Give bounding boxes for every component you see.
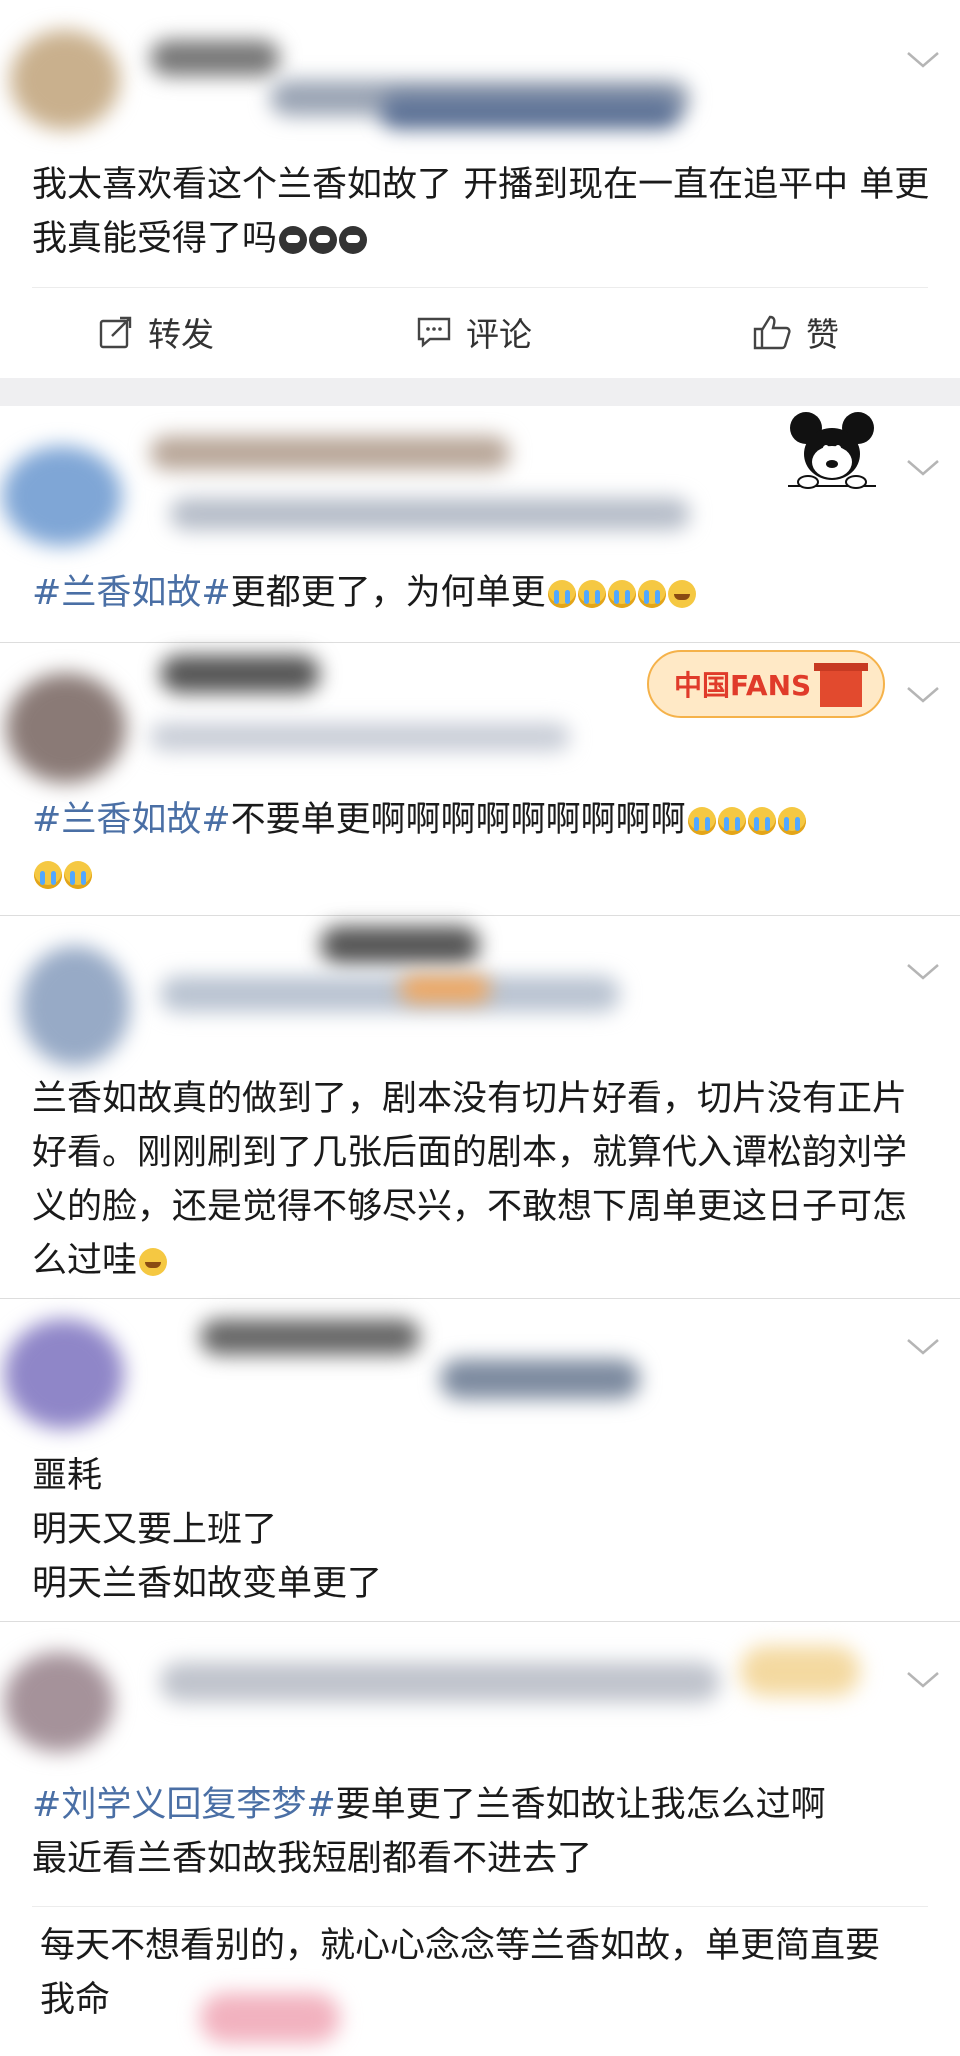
crying-icon [34, 861, 62, 889]
post-text: #兰香如故#更都更了，为何单更 [32, 566, 932, 620]
crying-icon [777, 807, 806, 835]
repost-label: 转发 [148, 315, 214, 354]
post-text: #刘学义回复李梦#要单更了兰香如故让我怎么过啊 最近看兰香如故我短剧都看不进去了 [32, 1778, 932, 1886]
share-icon [98, 314, 134, 350]
post-line: 明天兰香如故变单更了 [32, 1564, 383, 1604]
chevron-down-icon[interactable] [906, 1670, 939, 1692]
crying-icon [717, 807, 746, 835]
pleading-icon [139, 1248, 168, 1276]
meta-blur [160, 976, 620, 1012]
comment-icon [416, 314, 452, 350]
meta-blur [740, 1646, 860, 1696]
dark-teary-icon [339, 226, 368, 254]
topic-tag[interactable]: #兰香如故# [32, 800, 231, 840]
crying-icon [747, 807, 776, 835]
avatar[interactable] [10, 30, 120, 130]
post-card: 中国FANS #兰香如故#不要单更啊啊啊啊啊啊啊啊啊 [0, 643, 960, 915]
crying-icon [547, 580, 576, 608]
avatar[interactable] [4, 1319, 124, 1429]
username[interactable] [320, 926, 480, 964]
username[interactable] [150, 436, 510, 470]
username[interactable] [160, 1662, 720, 1702]
meta-blur [440, 1359, 640, 1399]
pleading-icon [667, 580, 696, 608]
divider [32, 287, 928, 288]
crying-icon [607, 580, 636, 608]
topic-tag[interactable]: #兰香如故# [32, 573, 231, 613]
separator [0, 378, 960, 406]
repost-button[interactable]: 转发 [98, 308, 214, 356]
chevron-down-icon[interactable] [906, 685, 939, 707]
topic-tag[interactable]: #刘学义回复李梦# [32, 1785, 336, 1825]
post-line: 最近看兰香如故我短剧都看不进去了 [32, 1839, 593, 1879]
post-text: #兰香如故#不要单更啊啊啊啊啊啊啊啊啊 [32, 793, 932, 901]
chevron-down-icon[interactable] [906, 962, 939, 984]
dark-teary-icon [279, 226, 308, 254]
like-label: 赞 [806, 315, 839, 354]
post-card: #刘学义回复李梦#要单更了兰香如故让我怎么过啊 最近看兰香如故我短剧都看不进去了 [0, 1622, 960, 1906]
meta-blur [380, 95, 680, 129]
chevron-down-icon[interactable] [906, 1337, 939, 1359]
mickey-badge [784, 410, 880, 494]
badge-text: 中国FANS [674, 669, 811, 702]
meta-blur [400, 976, 490, 1002]
meta-blur [150, 723, 570, 751]
post-card: #兰香如故#更都更了，为何单更 [0, 406, 960, 642]
post-line: 明天又要上班了 [32, 1510, 278, 1550]
post-card: 每天不想看别的，就心心念念等兰香如故，单更简直要我命 [0, 1907, 960, 2056]
username[interactable] [200, 1319, 420, 1355]
comment-label: 评论 [466, 315, 532, 354]
avatar[interactable] [2, 446, 122, 546]
crying-icon [577, 580, 606, 608]
avatar[interactable] [20, 946, 130, 1066]
thumbs-up-icon [752, 314, 792, 350]
dark-teary-icon [309, 226, 338, 254]
post-text: 噩耗 明天又要上班了 明天兰香如故变单更了 [32, 1449, 932, 1611]
meta-blur [170, 498, 690, 530]
post-card: 噩耗 明天又要上班了 明天兰香如故变单更了 [0, 1299, 960, 1621]
post-text: 每天不想看别的，就心心念念等兰香如故，单更简直要我命 [40, 1926, 881, 2020]
crying-icon [64, 861, 92, 889]
sticker-blur [200, 1993, 340, 2043]
username[interactable] [160, 655, 320, 693]
crying-icon [637, 580, 666, 608]
chevron-down-icon[interactable] [906, 458, 939, 480]
post-card: 我太喜欢看这个兰香如故了 开播到现在一直在追平中 单更我真能受得了吗 转发 评论… [0, 0, 960, 378]
post-card: 兰香如故真的做到了，剧本没有切片好看，切片没有正片好看。刚刚刷到了几张后面的剧本… [0, 916, 960, 1298]
chevron-down-icon[interactable] [906, 50, 939, 72]
post-line: 噩耗 [32, 1456, 103, 1496]
avatar[interactable] [6, 673, 126, 783]
crying-icon [687, 807, 716, 835]
comment-button[interactable]: 评论 [416, 308, 532, 356]
post-text: 兰香如故真的做到了，剧本没有切片好看，切片没有正片好看。刚刚刷到了几张后面的剧本… [32, 1079, 908, 1281]
avatar[interactable] [4, 1652, 114, 1752]
username[interactable] [150, 40, 280, 76]
post-text: 我太喜欢看这个兰香如故了 开播到现在一直在追平中 单更我真能受得了吗 [32, 165, 930, 259]
like-button[interactable]: 赞 [752, 308, 839, 356]
china-fans-badge: 中国FANS [644, 643, 890, 725]
